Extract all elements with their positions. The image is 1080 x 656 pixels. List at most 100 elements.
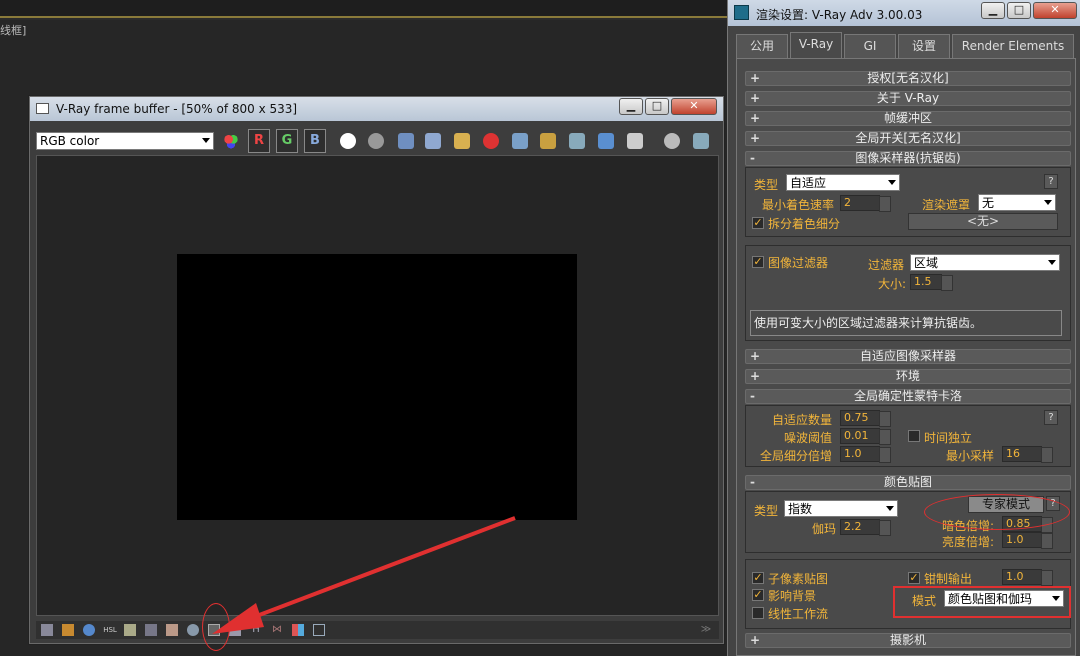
adaptive-amount-spinner[interactable]: 0.75	[840, 410, 891, 427]
divide-shading-checkbox[interactable]: ✓	[752, 217, 764, 229]
open-folder-icon[interactable]	[454, 133, 470, 149]
chevron-down-icon	[1044, 200, 1052, 205]
stereo-icon[interactable]: ⋈	[271, 624, 283, 636]
window-icon[interactable]	[41, 624, 53, 636]
viewport-label: 线框]	[0, 24, 27, 37]
tab-render-elements[interactable]: Render Elements	[952, 34, 1074, 58]
global-subdiv-spinner[interactable]: 1.0	[840, 446, 891, 463]
swatch-icon[interactable]	[292, 624, 304, 636]
tab-gi[interactable]: GI	[844, 34, 896, 58]
hsl-icon[interactable]: HSL	[102, 624, 118, 636]
rollout-color-mapping[interactable]: - 颜色贴图	[745, 475, 1071, 490]
rollout-adaptive-sampler[interactable]: + 自适应图像采样器	[745, 349, 1071, 364]
gamma-spinner[interactable]: 2.2	[840, 519, 891, 536]
save-icon[interactable]	[398, 133, 414, 149]
render-teapot-icon[interactable]	[693, 133, 709, 149]
linear-workflow-label: 线性工作流	[768, 607, 829, 621]
tab-settings[interactable]: 设置	[898, 34, 950, 58]
collapse-icon[interactable]: ≫	[700, 624, 712, 636]
info-icon[interactable]	[83, 624, 95, 636]
min-samples-spinner[interactable]: 16	[1002, 446, 1053, 463]
rollout-camera[interactable]: + 摄影机	[745, 633, 1071, 648]
sampler-type-select[interactable]: 自适应	[786, 174, 900, 191]
rs-close-button[interactable]: ✕	[1033, 2, 1077, 19]
noise-threshold-label: 噪波阈值	[784, 431, 833, 445]
image-filter-panel: ✓ 图像过滤器 过滤器 区域 大小: 1.5 使用可变大小的区域过滤器来计算抗锯…	[745, 245, 1071, 341]
linear-workflow-checkbox[interactable]: ✓	[752, 607, 764, 619]
teapot-icon[interactable]	[569, 133, 585, 149]
close-button[interactable]: ✕	[671, 98, 717, 115]
mapping-type-select[interactable]: 指数	[784, 500, 898, 517]
stop-icon[interactable]	[664, 133, 680, 149]
render-mask-select[interactable]: 无	[978, 194, 1056, 211]
frame-buffer-title: V-Ray frame buffer - [50% of 800 x 533]	[56, 102, 298, 116]
chevron-down-icon	[1048, 260, 1056, 265]
subpixel-label: 子像素贴图	[768, 572, 829, 586]
compare-icon[interactable]	[598, 133, 614, 149]
region-render-icon[interactable]	[540, 133, 556, 149]
rs-minimize-button[interactable]: ▁	[981, 2, 1005, 19]
tab-bar: 公用 V-Ray GI 设置 Render Elements	[736, 32, 1076, 59]
rollout-global-switches[interactable]: + 全局开关[无名汉化]	[745, 131, 1071, 146]
list-icon[interactable]	[62, 624, 74, 636]
alpha-channel-icon[interactable]	[340, 133, 356, 149]
lut-icon[interactable]	[187, 624, 199, 636]
channel-select[interactable]: RGB color	[36, 132, 214, 150]
h-icon[interactable]: H	[250, 624, 262, 636]
pin-icon[interactable]	[313, 624, 325, 636]
adaptive-amount-label: 自适应数量	[772, 413, 833, 427]
frame-buffer-titlebar[interactable]: V-Ray frame buffer - [50% of 800 x 533] …	[30, 97, 723, 121]
rollout-about[interactable]: + 关于 V-Ray	[745, 91, 1071, 106]
rollout-authorization[interactable]: + 授权[无名汉化]	[745, 71, 1071, 86]
noise-threshold-spinner[interactable]: 0.01	[840, 428, 891, 445]
3dsmax-logo-icon	[734, 5, 749, 20]
rollout-frame-buffer[interactable]: + 帧缓冲区	[745, 111, 1071, 126]
min-samples-label: 最小采样	[946, 449, 995, 463]
minimize-button[interactable]: ▁	[619, 98, 643, 115]
rollout-environment[interactable]: + 环境	[745, 369, 1071, 384]
levels-icon[interactable]	[124, 624, 136, 636]
mask-none-button[interactable]: <无>	[908, 213, 1058, 230]
clamp-value-spinner[interactable]: 1.0	[1002, 569, 1053, 586]
maximize-button[interactable]: □	[645, 98, 669, 115]
dmc-panel: 自适应数量 0.75 ? 噪波阈值 0.01 ✓ 时间独立 全局细分倍增 1.0…	[745, 405, 1071, 467]
sampler-type-label: 类型	[754, 178, 779, 192]
render-setup-window: 渲染设置: V-Ray Adv 3.00.03 ▁ □ ✕ 公用 V-Ray G…	[727, 0, 1080, 656]
min-shading-spinner[interactable]: 2	[840, 195, 891, 212]
lens-icon[interactable]	[229, 624, 241, 636]
time-independent-checkbox[interactable]: ✓	[908, 430, 920, 442]
chevron-down-icon	[888, 180, 896, 185]
save-all-icon[interactable]	[425, 133, 441, 149]
tab-vray[interactable]: V-Ray	[790, 32, 842, 59]
dark-multiplier-highlight	[924, 494, 1070, 530]
red-channel-button[interactable]: R	[248, 129, 270, 153]
filter-size-spinner[interactable]: 1.5	[910, 274, 953, 291]
mono-channel-icon[interactable]	[368, 133, 384, 149]
clamp-output-checkbox[interactable]: ✓	[908, 572, 920, 584]
green-channel-button[interactable]: G	[276, 129, 298, 153]
curve-icon[interactable]	[166, 624, 178, 636]
render-setup-titlebar[interactable]: 渲染设置: V-Ray Adv 3.00.03 ▁ □ ✕	[728, 0, 1080, 26]
render-canvas[interactable]	[36, 155, 719, 616]
rollout-global-dmc[interactable]: - 全局确定性蒙特卡洛	[745, 389, 1071, 404]
filter-select[interactable]: 区域	[910, 254, 1060, 271]
filter-size-label: 大小:	[878, 277, 907, 291]
subpixel-checkbox[interactable]: ✓	[752, 572, 764, 584]
image-filter-checkbox[interactable]: ✓	[752, 256, 764, 268]
clamp-output-label: 钳制输出	[924, 572, 973, 586]
rollout-image-sampler[interactable]: - 图像采样器(抗锯齿)	[745, 151, 1071, 166]
bucket-icon[interactable]	[627, 133, 643, 149]
rs-maximize-button[interactable]: □	[1007, 2, 1031, 19]
sampler-help-button[interactable]: ?	[1044, 174, 1058, 189]
global-subdiv-label: 全局细分倍增	[760, 449, 833, 463]
duplicate-icon[interactable]	[512, 133, 528, 149]
histogram-icon[interactable]	[145, 624, 157, 636]
affect-bg-label: 影响背景	[768, 589, 817, 603]
affect-bg-checkbox[interactable]: ✓	[752, 589, 764, 601]
tab-common[interactable]: 公用	[736, 34, 788, 58]
clear-icon[interactable]	[483, 133, 499, 149]
blue-channel-button[interactable]: B	[304, 129, 326, 153]
dmc-help-button[interactable]: ?	[1044, 410, 1058, 425]
bright-multiplier-spinner[interactable]: 1.0	[1002, 532, 1053, 549]
color-channels-icon[interactable]	[223, 133, 239, 149]
